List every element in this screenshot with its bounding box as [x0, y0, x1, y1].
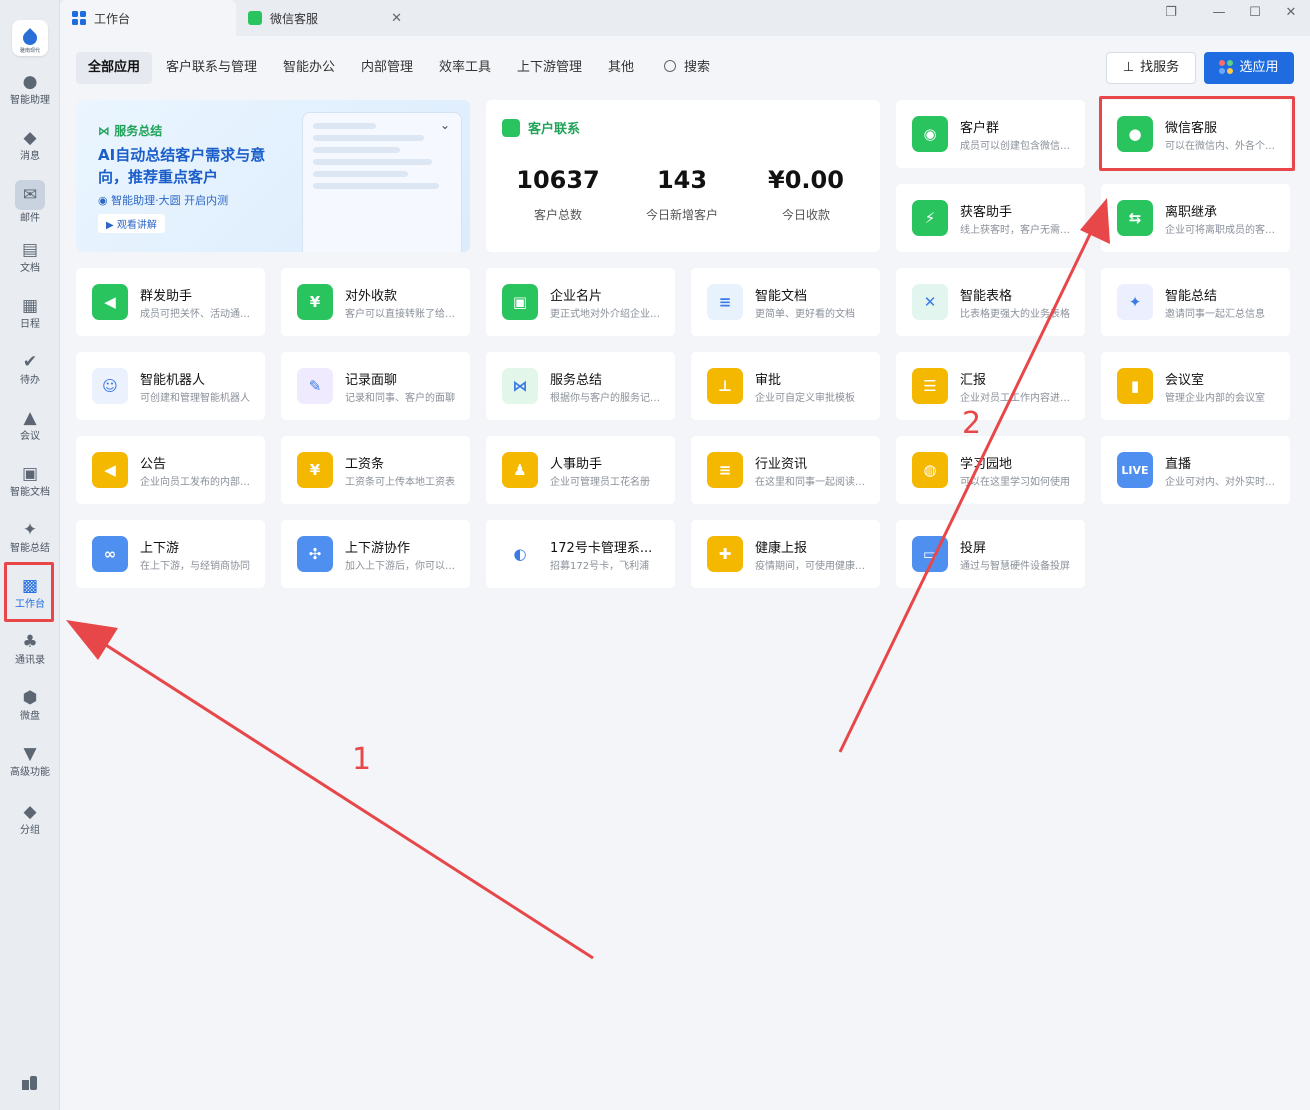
annotation-label-1: 1	[352, 742, 372, 777]
arrow-2-line	[838, 227, 1095, 753]
arrow-1-head	[66, 620, 118, 660]
arrow-1-line	[94, 636, 594, 960]
arrow-2-head	[1080, 198, 1110, 244]
annotation-label-2: 2	[962, 406, 982, 441]
annotation-arrows	[66, 198, 1110, 960]
